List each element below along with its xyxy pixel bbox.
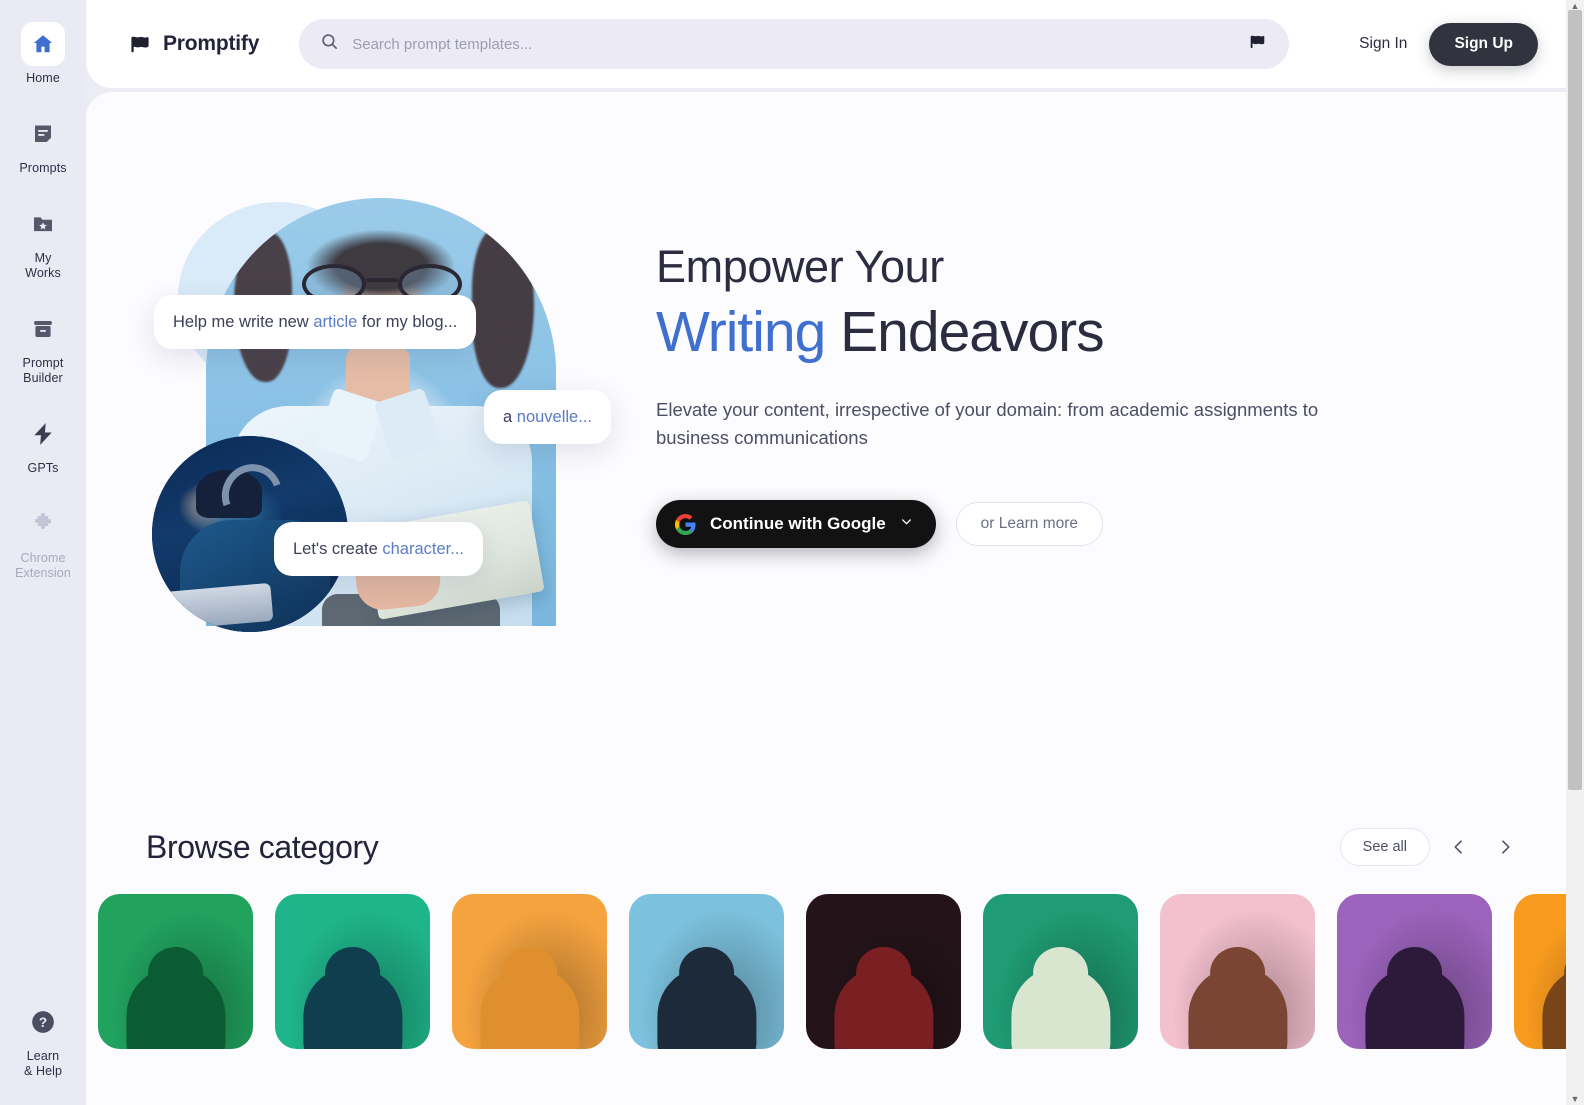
see-all-button[interactable]: See all [1339, 828, 1430, 866]
chevron-down-icon [899, 514, 914, 534]
search-input[interactable] [352, 35, 1236, 53]
brand-logo[interactable]: Promptify [128, 32, 259, 56]
sidebar-item-label: Prompt Builder [22, 356, 64, 385]
bubble-text: for my blog... [357, 313, 458, 331]
sidebar-item-label: GPTs [27, 461, 59, 475]
sidebar-item-label: Learn & Help [23, 1049, 63, 1078]
chevron-right-icon[interactable] [1488, 830, 1522, 864]
sidebar-item-label: Chrome Extension [15, 551, 71, 580]
folder-star-icon [21, 202, 65, 246]
sidebar-item-gpts[interactable]: GPTs [0, 412, 86, 476]
right-column: Promptify Sign In Sign Up [86, 0, 1584, 1105]
sidebar-item-my-works[interactable]: My Works [0, 202, 86, 281]
browse-title: Browse category [146, 828, 379, 865]
bubble-accent: article [313, 313, 358, 331]
category-card[interactable] [983, 894, 1138, 1049]
archive-icon [21, 307, 65, 351]
scrollbar-thumb[interactable] [1568, 10, 1582, 790]
category-card[interactable] [1160, 894, 1315, 1049]
hero-subtitle: Elevate your content, irrespective of yo… [656, 399, 1319, 448]
sidebar-item-label: Prompts [19, 161, 67, 175]
top-header: Promptify Sign In Sign Up [86, 0, 1566, 88]
chat-bubble-article: Help me write new article for my blog... [154, 295, 477, 349]
sidebar-item-chrome-extension[interactable]: Chrome Extension [0, 502, 86, 581]
auth-actions: Sign In Sign Up [1355, 22, 1538, 66]
category-card[interactable] [629, 894, 784, 1049]
hero-illustration: Help me write new article for my blog...… [146, 192, 626, 632]
chat-bubble-character: Let's create character... [274, 522, 483, 576]
lightning-icon [21, 412, 65, 456]
google-button-label: Continue with Google [710, 514, 886, 533]
bubble-text: a [503, 408, 517, 426]
sidebar: Home Prompts My Works Prompt Builder GPT [0, 0, 86, 1105]
note-icon [21, 112, 65, 156]
flag-icon [128, 32, 152, 56]
sidebar-item-prompt-builder[interactable]: Prompt Builder [0, 307, 86, 386]
sidebar-item-label: My Works [25, 251, 61, 280]
category-card[interactable] [1514, 894, 1566, 1049]
bubble-text: Let's create [293, 540, 383, 558]
sign-in-button[interactable]: Sign In [1355, 29, 1411, 59]
svg-text:?: ? [39, 1015, 47, 1030]
sidebar-item-prompts[interactable]: Prompts [0, 112, 86, 176]
main-content: Help me write new article for my blog...… [86, 92, 1566, 1105]
hero-copy: Empower Your Writing Endeavors Elevate y… [656, 192, 1526, 548]
app-root: Home Prompts My Works Prompt Builder GPT [0, 0, 1584, 1105]
bubble-accent: character... [382, 540, 464, 558]
sign-up-button[interactable]: Sign Up [1429, 22, 1538, 66]
home-icon [21, 22, 65, 66]
hero-title-line2: Writing Endeavors [656, 296, 1526, 368]
sidebar-item-learn-help[interactable]: ? Learn & Help [0, 1000, 86, 1079]
google-g-icon [674, 513, 697, 536]
hero-title-rest: Endeavors [825, 300, 1105, 364]
category-card[interactable] [1337, 894, 1492, 1049]
question-circle-icon: ? [21, 1000, 65, 1044]
search-icon [320, 32, 339, 56]
chevron-left-icon[interactable] [1442, 830, 1476, 864]
sidebar-item-home[interactable]: Home [0, 22, 86, 86]
bubble-accent: nouvelle... [516, 408, 592, 426]
search-bar[interactable] [299, 19, 1290, 69]
brand-name: Promptify [163, 32, 260, 55]
continue-with-google-button[interactable]: Continue with Google [656, 500, 936, 548]
category-card-strip[interactable] [86, 866, 1566, 1049]
sidebar-item-label: Home [26, 71, 60, 85]
chat-bubble-nouvelle: a nouvelle... [484, 390, 611, 444]
hero-section: Help me write new article for my blog...… [86, 92, 1566, 632]
puzzle-icon [21, 502, 65, 546]
category-card[interactable] [98, 894, 253, 1049]
browser-scrollbar[interactable]: ▲ ▼ [1566, 0, 1584, 1105]
browse-header: Browse category See all [86, 828, 1566, 866]
browse-controls: See all [1339, 828, 1522, 866]
bubble-text: Help me write new [173, 313, 314, 331]
category-card[interactable] [275, 894, 430, 1049]
category-card[interactable] [806, 894, 961, 1049]
hero-title-accent: Writing [656, 300, 826, 364]
category-card[interactable] [452, 894, 607, 1049]
scroll-down-icon[interactable]: ▼ [1566, 1093, 1584, 1105]
hero-title-line1: Empower Your [656, 241, 944, 292]
hero-cta-row: Continue with Google or Learn more [656, 500, 1526, 548]
learn-more-button[interactable]: or Learn more [955, 502, 1104, 546]
flag-icon[interactable] [1248, 32, 1267, 56]
browse-category-section: Browse category See all [86, 828, 1566, 1049]
